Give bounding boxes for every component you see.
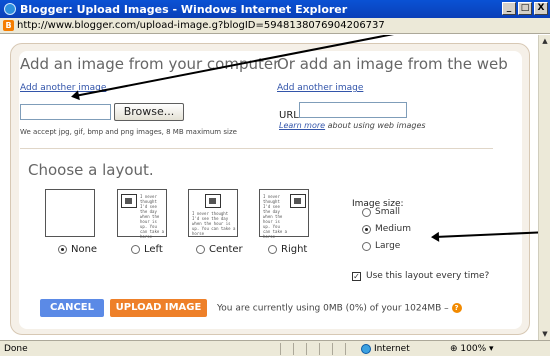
thumbnail-text: I never thought I'd see the day when the… — [140, 194, 165, 239]
layout-heading: Choose a layout. — [28, 161, 154, 179]
thumbnail-image-icon — [290, 194, 306, 208]
layout-option-right[interactable]: Right — [268, 244, 307, 255]
minimize-button[interactable]: _ — [502, 2, 516, 15]
thumbnail-text: I never thought I'd see the day when the… — [192, 211, 236, 236]
size-option-medium[interactable]: Medium — [362, 224, 411, 234]
help-icon[interactable]: ? — [451, 303, 462, 313]
size-option-large[interactable]: Large — [362, 241, 400, 251]
add-another-image-web-link[interactable]: Add another image — [277, 83, 363, 93]
layout-option-center[interactable]: Center — [196, 244, 243, 255]
ie-icon — [4, 3, 16, 15]
close-button[interactable]: X — [534, 2, 548, 15]
layout-option-label: Right — [281, 244, 308, 255]
file-path-input[interactable] — [20, 104, 111, 120]
blogger-icon: B — [3, 20, 14, 31]
radio-right[interactable] — [268, 245, 277, 254]
status-bar: Done Internet ⊕ 100% ▾ — [0, 340, 550, 356]
layout-option-label: Left — [144, 244, 163, 255]
use-layout-option[interactable]: ✓ Use this layout every time? — [352, 271, 489, 281]
layout-option-label: Center — [209, 244, 243, 255]
layout-none-thumbnail[interactable] — [45, 189, 95, 237]
radio-large[interactable] — [362, 241, 371, 251]
layout-right-thumbnail[interactable]: I never thought I'd see the day when the… — [259, 189, 309, 239]
scroll-up-icon[interactable]: ▲ — [540, 36, 550, 46]
layout-option-left[interactable]: Left — [131, 244, 163, 255]
radio-none[interactable] — [58, 245, 67, 254]
internet-zone-icon — [361, 343, 371, 354]
upload-image-button[interactable]: UPLOAD IMAGE — [110, 299, 207, 317]
window-title: Blogger: Upload Images - Windows Interne… — [20, 2, 348, 16]
use-layout-checkbox[interactable]: ✓ — [352, 271, 361, 281]
browse-button[interactable]: Browse... — [114, 103, 184, 121]
layout-option-label: None — [71, 244, 98, 255]
learn-more-link[interactable]: Learn more — [279, 121, 325, 130]
web-heading: Or add an image from the web — [277, 55, 508, 73]
url-label: URL — [279, 110, 299, 121]
radio-left[interactable] — [131, 245, 140, 254]
status-segment — [319, 342, 332, 355]
accept-note: We accept jpg, gif, bmp and png images, … — [20, 128, 237, 136]
status-segment — [345, 342, 358, 355]
size-option-small[interactable]: Small — [362, 207, 400, 217]
layout-left-thumbnail[interactable]: I never thought I'd see the day when the… — [117, 189, 167, 239]
use-layout-label: Use this layout every time? — [366, 271, 490, 281]
size-option-label: Small — [375, 207, 400, 217]
status-text: Done — [4, 343, 28, 354]
address-bar[interactable]: B http://www.blogger.com/upload-image.g?… — [0, 18, 550, 34]
vertical-scrollbar[interactable]: ▲ ▼ — [538, 35, 550, 340]
storage-usage-suffix: – — [441, 303, 449, 314]
radio-small[interactable] — [362, 207, 371, 217]
scroll-down-icon[interactable]: ▼ — [540, 329, 550, 339]
size-option-label: Large — [375, 241, 401, 251]
zoom-value: 100% — [460, 343, 487, 354]
status-segment — [280, 342, 293, 355]
status-segment — [332, 342, 345, 355]
thumbnail-image-icon — [121, 194, 137, 208]
window-titlebar: Blogger: Upload Images - Windows Interne… — [0, 0, 550, 18]
status-segment — [293, 342, 306, 355]
radio-center[interactable] — [196, 245, 205, 254]
thumbnail-text: I never thought I'd see the day when the… — [263, 194, 288, 239]
storage-usage: You are currently using 0MB (0%) of your… — [217, 303, 462, 314]
address-url[interactable]: http://www.blogger.com/upload-image.g?bl… — [17, 20, 385, 31]
radio-medium[interactable] — [362, 224, 371, 234]
zoom-level[interactable]: ⊕ 100% ▾ — [450, 344, 494, 354]
zone-label: Internet — [374, 343, 410, 354]
thumbnail-image-icon — [205, 194, 221, 208]
url-input[interactable] — [299, 102, 407, 118]
page-viewport: Add an image from your computer Add anot… — [0, 35, 538, 340]
cancel-button[interactable]: CANCEL — [40, 299, 104, 317]
size-option-label: Medium — [375, 224, 411, 234]
layout-option-none[interactable]: None — [58, 244, 97, 255]
storage-usage-text: You are currently using 0MB (0%) of your… — [217, 303, 442, 314]
learn-more-text: Learn more about using web images — [279, 121, 426, 130]
layout-center-thumbnail[interactable]: I never thought I'd see the day when the… — [188, 189, 238, 237]
status-segment — [306, 342, 319, 355]
section-divider — [20, 148, 493, 149]
learn-more-rest: about using web images — [325, 121, 426, 130]
maximize-button[interactable]: □ — [518, 2, 532, 15]
